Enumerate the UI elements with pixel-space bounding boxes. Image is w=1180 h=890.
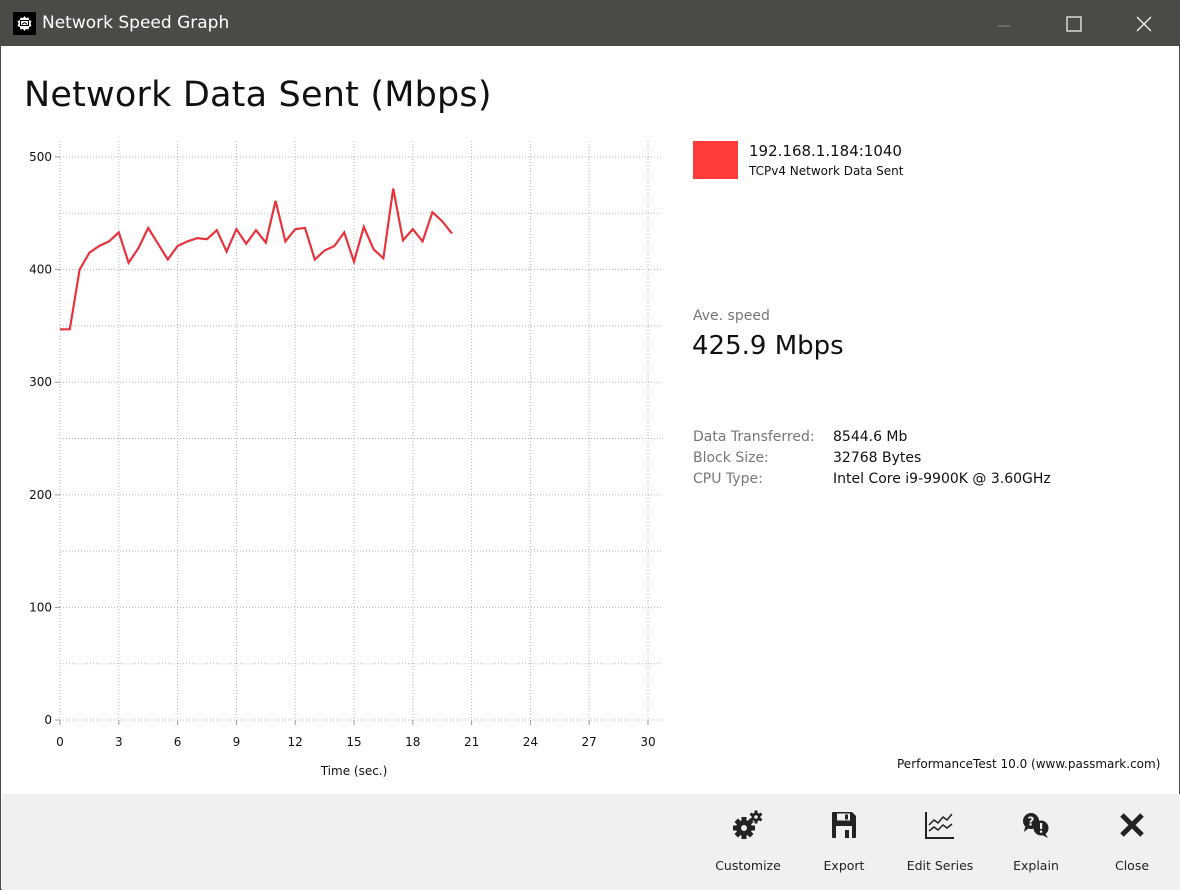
credit-text: PerformanceTest 10.0 (www.passmark.com) [897,757,1161,771]
window-title: Network Speed Graph [42,13,230,33]
x-tick-label: 27 [582,735,597,749]
line-chart: 0 3 6 9 12 15 18 21 24 27 300100200300400500Time (… [29,141,663,778]
legend-swatch [693,141,738,179]
explain-button[interactable]: ? Explain [988,794,1084,890]
page-title: Network Data Sent (Mbps) [24,75,492,115]
info-value: 8544.6 Mb [833,429,908,445]
customize-label: Customize [715,858,781,873]
x-tick-label: 30 [640,735,655,749]
floppy-disk-icon [831,808,857,842]
gears-icon [732,808,764,842]
passmark-gear-icon [13,12,36,35]
export-button[interactable]: Export [796,794,892,890]
x-tick-label: 9 [233,735,241,749]
average-speed-label: Ave. speed [693,308,770,324]
window-close-button[interactable] [1109,1,1179,46]
close-label: Close [1114,858,1150,873]
title-bar[interactable]: Network Speed Graph [1,1,1180,46]
info-key: CPU Type: [693,471,763,487]
x-tick-label: 12 [288,735,303,749]
info-value: 32768 Bytes [833,450,922,466]
x-tick-label: 15 [346,735,361,749]
x-tick-label: 3 [115,735,123,749]
info-value: Intel Core i9-9900K @ 3.60GHz [833,471,1051,487]
legend-series-name: 192.168.1.184:1040 [749,142,902,160]
x-tick-label: 0 [56,735,64,749]
info-row-block-size: Block Size: 32768 Bytes [693,450,1113,471]
close-button[interactable]: Close [1084,794,1180,890]
x-tick-label: 18 [405,735,420,749]
info-table: Data Transferred: 8544.6 Mb Block Size: … [693,429,1113,492]
y-tick-label: 500 [29,150,52,164]
edit-series-button[interactable]: Edit Series [892,794,988,890]
y-tick-label: 100 [29,600,52,614]
x-tick-label: 6 [174,735,182,749]
x-tick-label: 21 [464,735,479,749]
app-window: Network Speed Graph Network Data Sent (M… [0,0,1180,890]
export-label: Export [823,858,865,873]
x-axis-label: Time (sec.) [320,764,388,778]
minimize-icon [998,25,1010,26]
minimize-button[interactable] [969,1,1039,46]
maximize-icon [1066,15,1082,32]
close-icon [1136,16,1152,31]
edit-series-label: Edit Series [906,858,974,873]
close-icon [1119,808,1145,842]
line-chart-icon [925,808,955,842]
y-tick-label: 0 [44,713,52,727]
y-tick-label: 400 [29,263,52,277]
maximize-button[interactable] [1039,1,1109,46]
info-row-data-transferred: Data Transferred: 8544.6 Mb [693,429,1113,450]
legend-series-description: TCPv4 Network Data Sent [749,164,904,178]
explain-label: Explain [1013,858,1059,873]
x-tick-label: 24 [523,735,538,749]
info-key: Block Size: [693,450,769,466]
info-key: Data Transferred: [693,429,815,445]
average-speed-value: 425.9 Mbps [692,331,844,361]
svg-text:?: ? [1028,815,1035,829]
customize-button[interactable]: Customize [700,794,796,890]
y-tick-label: 300 [29,375,52,389]
bottom-toolbar: Customize Export Edit Series ? Explain C… [2,794,1180,890]
question-exclamation-icon: ? [1021,808,1051,842]
y-tick-label: 200 [29,488,52,502]
info-row-cpu-type: CPU Type: Intel Core i9-9900K @ 3.60GHz [693,471,1113,492]
